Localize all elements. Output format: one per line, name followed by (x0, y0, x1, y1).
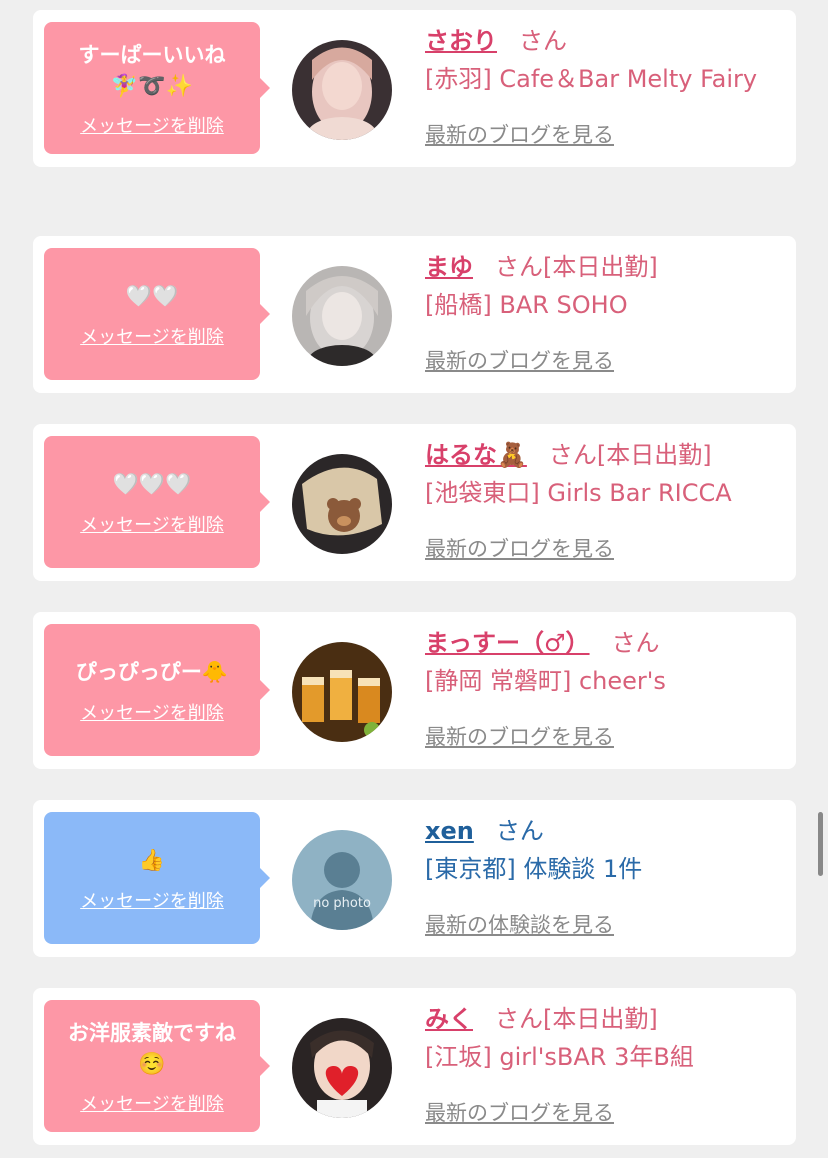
latest-blog-link[interactable]: 最新のブログを見る (425, 1097, 614, 1127)
shop-text: [船橋] BAR SOHO (425, 291, 628, 319)
user-info: まっすー（♂） さん [静岡 常磐町] cheer's (425, 624, 788, 700)
latest-blog-link[interactable]: 最新のブログを見る (425, 345, 614, 375)
message-text: 🤍🤍 (125, 284, 179, 308)
name-line: はるな🧸 さん[本日出勤] (425, 436, 788, 474)
user-name-link[interactable]: まゆ (425, 253, 473, 281)
message-bubble: 👍 メッセージを削除 (44, 812, 270, 944)
avatar[interactable] (292, 40, 392, 140)
avatar-image (292, 1018, 392, 1118)
user-card: ぴっぴっぴー🐥 メッセージを削除 まっすー（♂） さん [静岡 常磐町] chee… (33, 612, 796, 769)
message-emoji: ☺️ (138, 1052, 166, 1077)
user-info: はるな🧸 さん[本日出勤] [池袋東口] Girls Bar RICCA (425, 436, 788, 512)
message-bubble: ぴっぴっぴー🐥 メッセージを削除 (44, 624, 270, 756)
delete-message-link[interactable]: メッセージを削除 (80, 887, 224, 913)
message-text: 👍 (138, 848, 166, 872)
delete-message-link[interactable]: メッセージを削除 (80, 112, 224, 138)
honorific: さん (548, 441, 597, 469)
user-name-link[interactable]: みく (425, 1005, 473, 1033)
user-card: お洋服素敵ですね ☺️ メッセージを削除 みく さん[本日出勤] [江坂] gir… (33, 988, 796, 1145)
message-bubble: 🤍🤍 メッセージを削除 (44, 248, 270, 380)
avatar[interactable] (292, 1018, 392, 1118)
user-name-link[interactable]: はるな🧸 (425, 441, 527, 469)
user-info: まゆ さん[本日出勤] [船橋] BAR SOHO (425, 248, 788, 324)
honorific: さん (611, 629, 660, 657)
latest-blog-link[interactable]: 最新のブログを見る (425, 533, 614, 563)
name-line: さおり さん (425, 22, 788, 60)
avatar-image (292, 642, 392, 742)
message-text: お洋服素敵ですね (68, 1021, 236, 1045)
user-card: 👍 メッセージを削除 no photo xen さん [東京都] 体験談 1件 最… (33, 800, 796, 957)
message-text: すーぱーいいね (78, 43, 226, 67)
shop-text: [東京都] 体験談 1件 (425, 855, 643, 883)
delete-message-link[interactable]: メッセージを削除 (80, 699, 224, 725)
user-name-link[interactable]: xen (425, 817, 474, 845)
user-info: みく さん[本日出勤] [江坂] girl'sBAR 3年B組 (425, 1000, 788, 1076)
delete-message-link[interactable]: メッセージを削除 (80, 323, 224, 349)
shop-text: [静岡 常磐町] cheer's (425, 667, 666, 695)
name-line: xen さん (425, 812, 788, 850)
message-text: ぴっぴっぴー🐥 (75, 660, 229, 684)
shop-text: [江坂] girl'sBAR 3年B組 (425, 1043, 694, 1071)
shop-text: [池袋東口] Girls Bar RICCA (425, 479, 732, 507)
honorific: さん (495, 253, 543, 281)
status-badge: [本日出勤] (543, 253, 658, 281)
latest-blog-link[interactable]: 最新のブログを見る (425, 119, 614, 149)
message-text: 🤍🤍🤍 (112, 472, 192, 496)
no-photo-label: no photo (313, 896, 371, 911)
avatar[interactable]: no photo (292, 830, 392, 930)
latest-review-link[interactable]: 最新の体験談を見る (425, 909, 614, 939)
user-card: 🤍🤍 メッセージを削除 まゆ さん[本日出勤] [船橋] BAR SOHO 最新の… (33, 236, 796, 393)
status-badge: [本日出勤] (543, 1005, 658, 1033)
user-info: さおり さん [赤羽] Cafe＆Bar Melty Fairy (425, 22, 788, 98)
honorific: さん (519, 27, 567, 55)
message-bubble: すーぱーいいね 🧚‍♀️➰✨ メッセージを削除 (44, 22, 270, 154)
name-line: まっすー（♂） さん (425, 624, 788, 662)
user-name-link[interactable]: さおり (425, 27, 497, 55)
latest-blog-link[interactable]: 最新のブログを見る (425, 721, 614, 751)
user-name-link[interactable]: まっすー（♂） (425, 629, 590, 657)
user-card: 🤍🤍🤍 メッセージを削除 はるな🧸 さん[本日出勤] [池袋東口] Girls B… (33, 424, 796, 581)
message-emoji: 🧚‍♀️➰✨ (110, 74, 194, 99)
avatar[interactable] (292, 266, 392, 366)
scrollbar[interactable] (818, 812, 823, 876)
name-line: みく さん[本日出勤] (425, 1000, 788, 1038)
honorific: さん (495, 817, 544, 845)
user-info: xen さん [東京都] 体験談 1件 (425, 812, 788, 888)
message-bubble: 🤍🤍🤍 メッセージを削除 (44, 436, 270, 568)
avatar-image (292, 40, 392, 140)
avatar[interactable] (292, 454, 392, 554)
avatar-image (292, 266, 392, 366)
user-card: すーぱーいいね 🧚‍♀️➰✨ メッセージを削除 さおり さん [赤羽] Cafe＆… (33, 10, 796, 167)
honorific: さん (495, 1005, 543, 1033)
message-bubble: お洋服素敵ですね ☺️ メッセージを削除 (44, 1000, 270, 1132)
no-photo-avatar-icon (292, 830, 392, 930)
avatar-image (292, 454, 392, 554)
name-line: まゆ さん[本日出勤] (425, 248, 788, 286)
delete-message-link[interactable]: メッセージを削除 (80, 511, 224, 537)
status-badge: [本日出勤] (596, 441, 712, 469)
avatar[interactable] (292, 642, 392, 742)
delete-message-link[interactable]: メッセージを削除 (80, 1090, 224, 1116)
shop-text: [赤羽] Cafe＆Bar Melty Fairy (425, 65, 758, 93)
